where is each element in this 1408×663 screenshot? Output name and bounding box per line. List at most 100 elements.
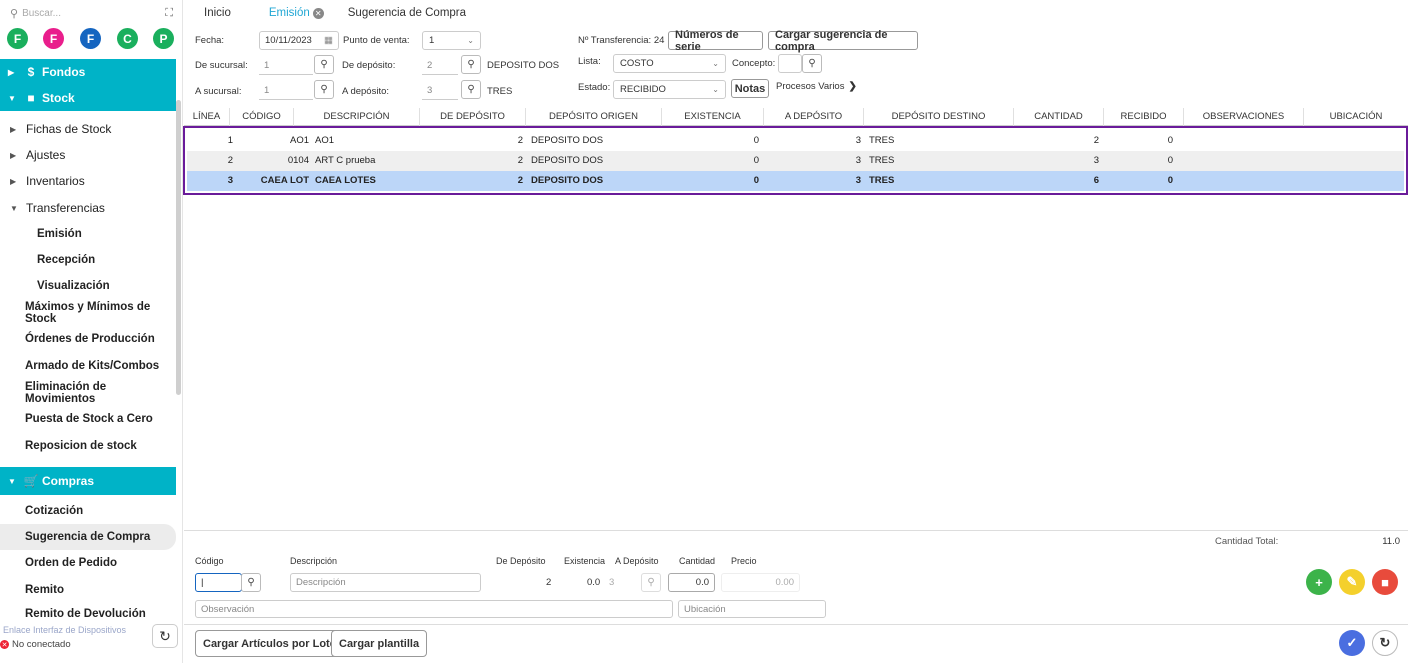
tab-label: Emisión — [268, 7, 310, 19]
a-sucursal-search-button[interactable]: ⚲ — [314, 80, 334, 99]
bottom-divider-2 — [184, 624, 1408, 625]
table-row[interactable]: 1 AO1 AO1 2 DEPOSITO DOS 0 3 TRES 2 0 — [187, 131, 1404, 151]
precio-input[interactable]: 0.00 — [721, 573, 800, 592]
sidebar-item-transferencias[interactable]: ▼ Transferencias — [0, 195, 176, 221]
sidebar-item-fichas[interactable]: ▶ Fichas de Stock — [0, 116, 176, 142]
estado-select[interactable]: RECIBIDO ⌄ — [613, 80, 726, 99]
cell-existencia: 0 — [753, 155, 759, 166]
col-ubicacion[interactable]: UBICACIÓN — [1304, 108, 1408, 126]
a-sucursal-input[interactable]: 1 — [259, 81, 313, 100]
de-sucursal-search-button[interactable]: ⚲ — [314, 55, 334, 74]
search-icon: ⚲ — [467, 84, 475, 95]
quick-circle-2[interactable]: F — [43, 28, 64, 49]
box-icon: ■ — [27, 91, 35, 105]
close-tab-icon[interactable]: ✕ — [312, 7, 324, 19]
descripcion-input[interactable]: Descripción — [290, 573, 481, 592]
col-existencia[interactable]: EXISTENCIA — [662, 108, 764, 126]
cargar-plantilla-button[interactable]: Cargar plantilla — [331, 630, 428, 657]
cantidad-bottom-label: Cantidad — [679, 556, 716, 566]
sidebar-search[interactable]: ⚲ Buscar... ⛶ — [0, 0, 183, 26]
sidebar-item-inventarios[interactable]: ▶ Inventarios — [0, 168, 176, 194]
procesos-varios-menu[interactable]: Procesos Varios ❯ — [776, 81, 857, 92]
sidebar-item-emision[interactable]: Emisión — [0, 221, 176, 247]
col-codigo[interactable]: CÓDIGO — [230, 108, 294, 126]
delete-button[interactable]: ■ — [1372, 569, 1398, 595]
confirm-button[interactable]: ✓ — [1339, 630, 1365, 656]
refresh-button[interactable]: ↻ — [152, 624, 178, 648]
table-row-selected[interactable]: 3 CAEA LOT CAEA LOTES 2 DEPOSITO DOS 0 3… — [187, 171, 1404, 191]
tab-emision[interactable]: Emisión ✕ — [269, 7, 324, 19]
sidebar-item-visualizacion[interactable]: Visualización — [0, 273, 176, 299]
sidebar-item-remito-devolucion[interactable]: Remito de Devolución — [0, 604, 176, 624]
table-row[interactable]: 2 0104 ART C prueba 2 DEPOSITO DOS 0 3 T… — [187, 151, 1404, 171]
col-descripcion[interactable]: DESCRIPCIÓN — [294, 108, 420, 126]
edit-button[interactable]: ✎ — [1339, 569, 1365, 595]
fecha-value: 10/11/2023 — [265, 35, 312, 46]
sidebar: ⚲ Buscar... ⛶ F F F C P ▶ $ Fondos ▼ ■ S… — [0, 0, 183, 663]
tab-inicio[interactable]: Inicio — [204, 7, 231, 19]
a-deposito-input[interactable]: 3 — [422, 81, 458, 100]
sidebar-item-orden-pedido[interactable]: Orden de Pedido — [0, 550, 176, 576]
cargar-sugerencia-button[interactable]: Cargar sugerencia de compra — [768, 29, 918, 53]
col-deposito-destino[interactable]: DEPÓSITO DESTINO — [864, 108, 1014, 126]
de-deposito-search-button[interactable]: ⚲ — [461, 55, 481, 74]
quick-circle-3[interactable]: F — [80, 28, 101, 49]
sidebar-item-maximos[interactable]: Máximos y Mínimos de Stock — [0, 300, 176, 326]
cell-de-deposito: 2 — [517, 155, 523, 166]
lista-select[interactable]: COSTO ⌄ — [613, 54, 726, 73]
sidebar-scrollbar[interactable] — [176, 100, 181, 395]
quick-circle-5[interactable]: P — [153, 28, 174, 49]
calendar-icon[interactable]: ▦ — [324, 35, 333, 46]
col-cantidad[interactable]: CANTIDAD — [1014, 108, 1104, 126]
de-deposito-input[interactable]: 2 — [422, 56, 458, 75]
punto-venta-select[interactable]: 1 ⌄ — [422, 31, 481, 50]
cargar-lote-button[interactable]: Cargar Artículos por Lote — [195, 630, 344, 657]
numeros-serie-button[interactable]: Números de serie — [668, 29, 763, 53]
a-deposito-search-button[interactable]: ⚲ — [641, 573, 661, 592]
search-icon: ⚲ — [467, 59, 475, 70]
sidebar-item-remito[interactable]: Remito — [0, 577, 176, 603]
sidebar-item-cotizacion[interactable]: Cotización — [0, 498, 176, 524]
de-sucursal-input[interactable]: 1 — [259, 56, 313, 75]
sidebar-item-eliminacion[interactable]: Eliminación de Movimientos — [0, 380, 176, 406]
sidebar-section-stock[interactable]: ▼ ■ Stock — [0, 85, 176, 111]
col-de-deposito[interactable]: DE DEPÓSITO — [420, 108, 526, 126]
cell-codigo: AO1 — [289, 135, 309, 146]
dollar-icon: $ — [27, 65, 35, 79]
tab-sugerencia[interactable]: Sugerencia de Compra — [348, 7, 466, 19]
codigo-search-button[interactable]: ⚲ — [241, 573, 261, 592]
sidebar-item-ajustes[interactable]: ▶ Ajustes — [0, 142, 176, 168]
col-a-deposito[interactable]: A DEPÓSITO — [764, 108, 864, 126]
ubicacion-input[interactable]: Ubicación — [678, 600, 826, 618]
a-deposito-search-button[interactable]: ⚲ — [461, 80, 481, 99]
col-linea[interactable]: LÍNEA — [184, 108, 230, 126]
cell-recibido: 0 — [1167, 155, 1173, 166]
sidebar-section-compras[interactable]: ▼ 🛒 Compras — [0, 467, 176, 495]
col-recibido[interactable]: RECIBIDO — [1104, 108, 1184, 126]
device-interface-link[interactable]: Enlace Interfaz de Dispositivos — [3, 625, 126, 635]
cantidad-input[interactable]: 0.0 — [668, 573, 715, 592]
quick-circle-1[interactable]: F — [7, 28, 28, 49]
reset-button[interactable]: ↻ — [1372, 630, 1398, 656]
codigo-input[interactable]: | — [195, 573, 242, 592]
sidebar-item-recepcion[interactable]: Recepción — [0, 247, 176, 273]
sidebar-section-fondos[interactable]: ▶ $ Fondos — [0, 59, 176, 85]
search-input[interactable]: Buscar... — [22, 8, 165, 19]
concepto-search-button[interactable]: ⚲ — [802, 54, 822, 73]
notas-button[interactable]: Notas — [731, 79, 769, 98]
observacion-input[interactable]: Observación — [195, 600, 673, 618]
add-button[interactable]: + — [1306, 569, 1332, 595]
sidebar-item-reposicion[interactable]: Reposicion de stock — [0, 433, 176, 459]
col-observaciones[interactable]: OBSERVACIONES — [1184, 108, 1304, 126]
sidebar-item-puesta[interactable]: Puesta de Stock a Cero — [0, 406, 176, 432]
col-deposito-origen[interactable]: DEPÓSITO ORIGEN — [526, 108, 662, 126]
sidebar-item-sugerencia[interactable]: Sugerencia de Compra — [0, 524, 176, 550]
quick-circle-4[interactable]: C — [117, 28, 138, 49]
fecha-input[interactable]: 10/11/2023 ▦ — [259, 31, 339, 50]
a-deposito-bottom-input[interactable]: 3 — [609, 577, 614, 588]
concepto-input[interactable] — [778, 54, 802, 73]
sidebar-item-ordenes[interactable]: Órdenes de Producción — [0, 326, 176, 352]
chevron-right-icon: ▶ — [10, 176, 17, 186]
fullscreen-icon[interactable]: ⛶ — [165, 7, 173, 20]
sidebar-item-armado[interactable]: Armado de Kits/Combos — [0, 353, 176, 379]
